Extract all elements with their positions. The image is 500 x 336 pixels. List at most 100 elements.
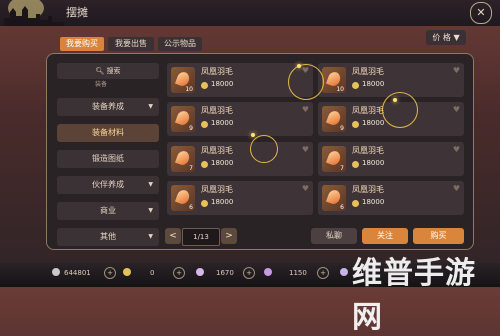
item-price: 18000: [362, 198, 385, 206]
search-icon: 🔍︎: [95, 67, 105, 75]
search-button[interactable]: 🔍︎ 搜索: [57, 63, 159, 79]
item-card[interactable]: 9 凤凰羽毛 18000 ♥: [167, 102, 313, 136]
heart-icon[interactable]: ♥: [453, 105, 460, 114]
crystal-icon: [196, 268, 204, 276]
add-currency-button[interactable]: +: [173, 267, 185, 279]
heart-icon[interactable]: ♥: [453, 184, 460, 193]
item-price: 18000: [362, 80, 385, 88]
sort-price-dropdown[interactable]: 价 格 ▼: [426, 30, 466, 45]
sparkle-ring: [382, 92, 418, 128]
top-bar: 摆摊 ✕: [0, 0, 500, 26]
heart-icon[interactable]: ♥: [453, 66, 460, 75]
item-icon: 9: [322, 106, 346, 132]
item-name: 凤凰羽毛: [352, 106, 384, 115]
item-price: 18000: [211, 159, 234, 167]
heart-icon[interactable]: ♥: [453, 145, 460, 154]
page-indicator: 1/13: [182, 228, 220, 246]
chevron-down-icon: ▼: [148, 103, 153, 110]
sidebar-item-label: 商业: [100, 206, 116, 215]
watermark-text: 维普手游网: [352, 256, 476, 335]
item-count: 9: [189, 125, 193, 132]
item-card[interactable]: 7 凤凰羽毛 18000 ♥: [167, 142, 313, 176]
coin-icon: [352, 82, 359, 89]
item-name: 凤凰羽毛: [201, 106, 233, 115]
sidebar-partial-label: 装备: [95, 81, 108, 88]
sidebar-item-label: 伙伴养成: [92, 180, 124, 189]
item-card[interactable]: 10 凤凰羽毛 18000 ♥: [318, 63, 464, 97]
diamond-icon: [340, 268, 348, 276]
sidebar-item-label: 装备养成: [92, 102, 124, 111]
castle-silhouette-icon: [4, 6, 64, 26]
tab-public-items[interactable]: 公示物品: [158, 37, 202, 51]
item-price: 18000: [211, 119, 234, 127]
item-count: 10: [336, 86, 344, 93]
sparkle-icon: [251, 133, 255, 137]
buy-button[interactable]: 购买: [413, 228, 464, 244]
search-label: 搜索: [106, 67, 121, 75]
item-card[interactable]: 6 凤凰羽毛 18000 ♥: [318, 181, 464, 215]
sparkle-ring: [288, 64, 324, 100]
sidebar-item-commerce[interactable]: 商业 ▼: [57, 202, 159, 220]
item-count: 7: [340, 165, 344, 172]
item-name: 凤凰羽毛: [201, 185, 233, 194]
follow-button[interactable]: 关注: [362, 228, 408, 244]
item-icon: 10: [171, 67, 195, 93]
close-button[interactable]: ✕: [470, 2, 492, 24]
heart-icon[interactable]: ♥: [302, 145, 309, 154]
item-count: 6: [189, 204, 193, 211]
add-currency-button[interactable]: +: [243, 267, 255, 279]
sidebar-item-equip-upgrade[interactable]: 装备养成 ▼: [57, 98, 159, 116]
item-price: 18000: [211, 80, 234, 88]
coin-icon: [352, 200, 359, 207]
item-count: 6: [340, 204, 344, 211]
item-name: 凤凰羽毛: [201, 67, 233, 76]
item-name: 凤凰羽毛: [201, 146, 233, 155]
tab-buy[interactable]: 我要购买: [60, 37, 104, 51]
item-price: 18000: [362, 119, 385, 127]
tab-sell[interactable]: 我要出售: [108, 37, 154, 51]
chevron-down-icon: ▼: [148, 233, 153, 240]
heart-icon[interactable]: ♥: [302, 184, 309, 193]
coin-icon: [201, 121, 208, 128]
sidebar-item-partner-upgrade[interactable]: 伙伴养成 ▼: [57, 176, 159, 194]
item-icon: 6: [322, 185, 346, 211]
coin-icon: [352, 121, 359, 128]
item-count: 9: [340, 125, 344, 132]
sparkle-icon: [297, 64, 301, 68]
item-count: 7: [189, 165, 193, 172]
currency-value: 1150: [289, 269, 307, 277]
item-count: 10: [185, 86, 193, 93]
sidebar-item-other[interactable]: 其他 ▼: [57, 228, 159, 246]
chevron-down-icon: ▼: [148, 207, 153, 214]
sidebar-item-label: 其他: [100, 232, 116, 241]
heart-icon[interactable]: ♥: [302, 105, 309, 114]
coin-icon: [201, 161, 208, 168]
prev-page-button[interactable]: <: [165, 228, 181, 244]
item-icon: 7: [322, 146, 346, 172]
sparkle-icon: [393, 98, 397, 102]
item-name: 凤凰羽毛: [352, 67, 384, 76]
item-card[interactable]: 6 凤凰羽毛 18000 ♥: [167, 181, 313, 215]
currency-value: 0: [150, 269, 155, 277]
item-icon: 9: [171, 106, 195, 132]
item-icon: 6: [171, 185, 195, 211]
sidebar-item-forge-blueprints[interactable]: 锻造图纸: [57, 150, 159, 168]
sidebar-item-equip-materials[interactable]: 装备材料: [57, 124, 159, 142]
item-icon: 10: [322, 67, 346, 93]
next-page-button[interactable]: >: [221, 228, 237, 244]
coin-icon: [201, 82, 208, 89]
gold-icon: [123, 268, 131, 276]
add-currency-button[interactable]: +: [104, 267, 116, 279]
sidebar-item-label: 装备材料: [92, 128, 124, 137]
item-icon: 7: [171, 146, 195, 172]
item-price: 18000: [211, 198, 234, 206]
close-icon: ✕: [476, 6, 486, 19]
private-chat-button[interactable]: 私聊: [311, 228, 357, 244]
item-card[interactable]: 7 凤凰羽毛 18000 ♥: [318, 142, 464, 176]
add-currency-button[interactable]: +: [317, 267, 329, 279]
item-name: 凤凰羽毛: [352, 185, 384, 194]
page-title: 摆摊: [66, 6, 88, 19]
coin-icon: [201, 200, 208, 207]
coin-icon: [352, 161, 359, 168]
item-price: 18000: [362, 159, 385, 167]
